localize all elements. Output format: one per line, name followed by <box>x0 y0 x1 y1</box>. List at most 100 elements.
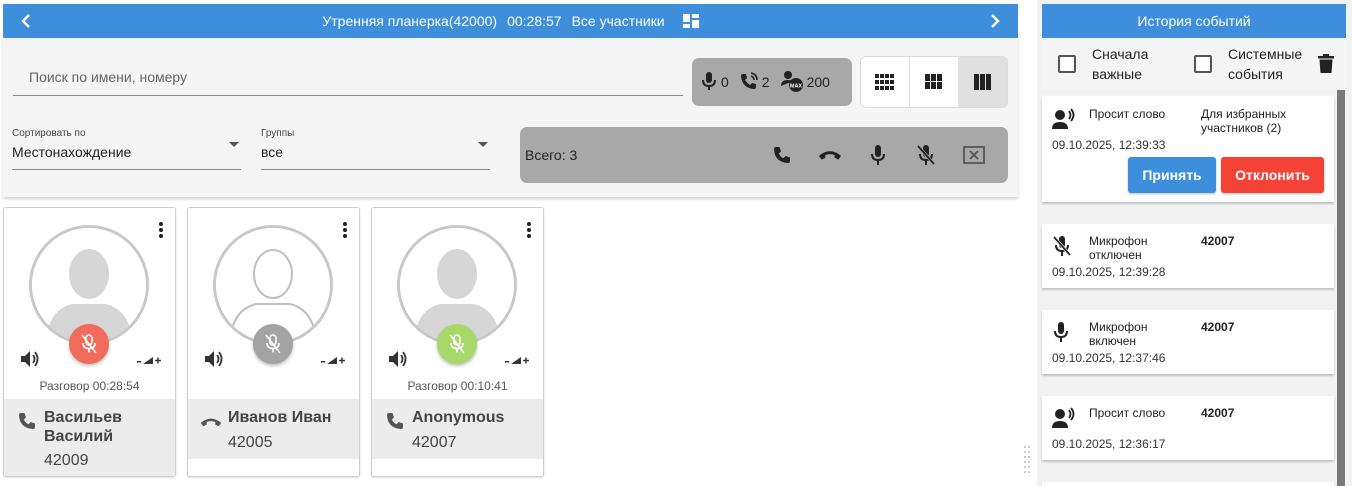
participant-card[interactable]: Иванов Иван 42005 <box>187 207 360 477</box>
conference-name: Утренняя планерка(42000) <box>322 13 498 29</box>
participant-card[interactable]: Разговор 00:28:54 Васильев Василий 42009 <box>3 207 176 477</box>
unmute-all-icon[interactable] <box>866 143 890 167</box>
sort-select[interactable]: Сортировать по Местонахождение <box>12 128 241 170</box>
group-actions <box>770 127 986 183</box>
participant-info: Васильев Василий 42009 <box>4 399 175 476</box>
participant-stats: 0 2 MAX 200 <box>692 58 852 106</box>
max-count: 200 <box>806 74 830 90</box>
phone-icon <box>17 411 37 436</box>
signal-level-icon[interactable] <box>505 352 531 370</box>
more-vert-icon[interactable] <box>343 222 347 243</box>
event-detail: 42007 <box>1201 406 1235 420</box>
reject-button[interactable]: Отклонить <box>1221 157 1324 193</box>
groups-value: все <box>261 144 284 160</box>
mic-off-icon[interactable] <box>253 324 293 364</box>
view-toggle <box>860 56 1008 108</box>
speaking-count: 0 <box>721 74 729 90</box>
hangup-all-icon[interactable] <box>818 143 842 167</box>
participant-number: 42007 <box>412 434 457 451</box>
search-input[interactable] <box>13 58 683 96</box>
participant-info: Иванов Иван 42005 <box>188 399 359 459</box>
event-item: Микрофон отключен 42007 09.10.2025, 12:3… <box>1042 224 1334 288</box>
conference-timer: 00:28:57 <box>507 13 562 29</box>
participants-filter[interactable]: Все участники <box>572 13 665 29</box>
sort-label: Сортировать по <box>12 128 86 139</box>
signal-level-icon[interactable] <box>137 352 163 370</box>
event-item: Просит слово 42007 09.10.2025, 12:36:17 <box>1042 396 1334 460</box>
trash-icon[interactable] <box>1318 54 1334 74</box>
volume-icon[interactable] <box>20 350 40 373</box>
more-vert-icon[interactable] <box>159 222 163 243</box>
event-detail: Для избранных участников (2) <box>1201 107 1287 135</box>
calls-count: 2 <box>761 74 770 90</box>
signal-level-icon[interactable] <box>321 352 347 370</box>
participant-info: Anonymous 42007 <box>372 399 543 459</box>
event-item <box>1042 482 1334 486</box>
participant-name: Иванов Иван <box>228 409 332 426</box>
important-first-checkbox[interactable] <box>1058 55 1076 73</box>
event-time: 09.10.2025, 12:36:17 <box>1052 437 1166 451</box>
participant-number: 42009 <box>44 452 89 469</box>
remove-all-icon[interactable] <box>962 143 986 167</box>
mic-icon <box>700 71 718 94</box>
sort-value: Местонахождение <box>12 144 132 160</box>
groups-label: Группы <box>261 128 295 139</box>
mute-all-icon[interactable] <box>914 143 938 167</box>
volume-icon[interactable] <box>388 350 408 373</box>
raise-hand-icon <box>1052 407 1076 434</box>
prev-arrow-icon[interactable] <box>9 4 43 38</box>
talk-duration: Разговор 00:28:54 <box>39 379 140 393</box>
main-panel: Утренняя планерка(42000) 00:28:57 Все уч… <box>0 0 1020 486</box>
mic-icon <box>1052 321 1070 348</box>
important-first-label: Сначала важные <box>1092 46 1149 82</box>
conference-title-group: Утренняя планерка(42000) 00:28:57 Все уч… <box>322 13 699 29</box>
grid-columns-icon[interactable] <box>959 57 1007 107</box>
participant-number: 42005 <box>228 434 273 451</box>
event-time: 09.10.2025, 12:39:28 <box>1052 265 1166 279</box>
grid-small-icon[interactable] <box>861 57 910 107</box>
mic-off-icon[interactable] <box>437 324 477 364</box>
event-detail: 42007 <box>1201 234 1235 248</box>
call-all-icon[interactable] <box>770 143 794 167</box>
mic-off-icon[interactable] <box>69 324 109 364</box>
scrollbar[interactable] <box>1337 90 1345 486</box>
hangup-icon <box>199 415 223 433</box>
system-events-label: Системные события <box>1228 46 1303 82</box>
event-item: Микрофон включен 42007 09.10.2025, 12:37… <box>1042 310 1334 374</box>
history-filters: Сначала важные Системные события <box>1042 38 1346 90</box>
event-type: Микрофон включен <box>1089 320 1148 348</box>
accept-button[interactable]: Принять <box>1128 157 1216 193</box>
mic-off-icon <box>1052 235 1072 262</box>
event-time: 09.10.2025, 12:39:33 <box>1052 138 1166 152</box>
event-time: 09.10.2025, 12:37:46 <box>1052 351 1166 365</box>
dashboard-layout-icon[interactable] <box>682 14 699 28</box>
total-count: Всего: 3 <box>525 147 578 163</box>
phone-icon <box>385 411 405 436</box>
chevron-down-icon <box>478 142 488 147</box>
volume-icon[interactable] <box>204 350 224 373</box>
svg-text:MAX: MAX <box>789 83 802 89</box>
event-type: Микрофон отключен <box>1089 234 1148 262</box>
group-actions-bar: Всего: 3 <box>520 127 1008 183</box>
event-item: Просит слово Для избранных участников (2… <box>1042 96 1334 202</box>
talk-duration: Разговор 00:10:41 <box>407 379 508 393</box>
event-type: Просит слово <box>1089 107 1166 121</box>
participant-name: Васильев Василий <box>44 409 122 445</box>
history-title: История событий <box>1042 4 1346 38</box>
resize-handle-icon[interactable] <box>1023 443 1031 483</box>
raise-hand-icon <box>1052 108 1076 135</box>
next-arrow-icon[interactable] <box>978 4 1012 38</box>
phone-waves-icon <box>739 71 759 94</box>
groups-select[interactable]: Группы все <box>261 128 490 170</box>
event-history-panel: История событий Сначала важные Системные… <box>1037 0 1352 486</box>
event-detail: 42007 <box>1201 320 1235 334</box>
app: Утренняя планерка(42000) 00:28:57 Все уч… <box>0 0 1352 486</box>
event-type: Просит слово <box>1089 406 1166 420</box>
participant-card[interactable]: Разговор 00:10:41 Anonymous 42007 <box>371 207 544 477</box>
filters-panel: 0 2 MAX 200 <box>3 38 1018 197</box>
participant-name: Anonymous <box>412 409 505 426</box>
stat-calls: 2 <box>739 71 770 94</box>
grid-medium-icon[interactable] <box>910 57 959 107</box>
system-events-checkbox[interactable] <box>1194 55 1212 73</box>
more-vert-icon[interactable] <box>527 222 531 243</box>
